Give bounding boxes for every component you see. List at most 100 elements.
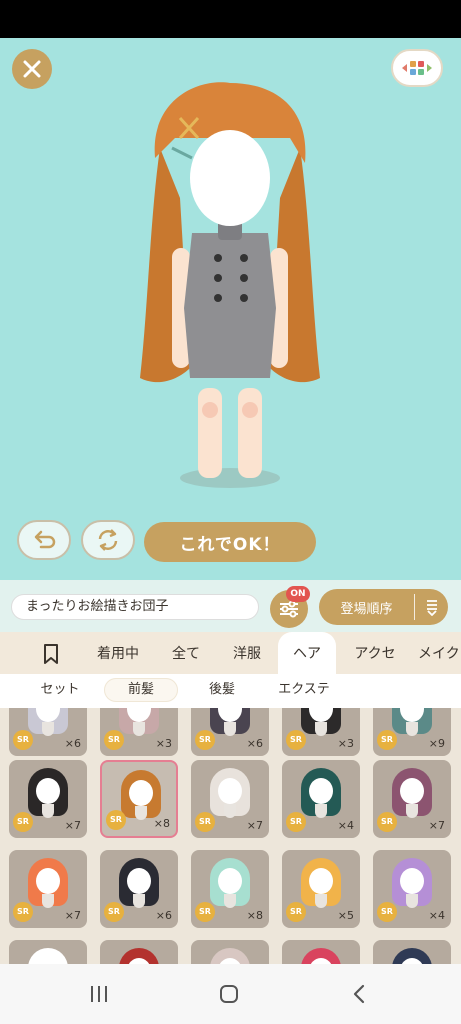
- tab-hair[interactable]: ヘア: [278, 632, 336, 674]
- mannequin-neck: [315, 894, 327, 908]
- rarity-badge: SR: [104, 730, 124, 750]
- mannequin-face: [218, 868, 242, 894]
- item-count: ×3: [337, 737, 354, 750]
- subtab-bangs[interactable]: 前髪: [104, 678, 178, 702]
- sort-divider: [414, 594, 415, 620]
- hair-item[interactable]: [9, 940, 87, 964]
- item-grid: SR ×6 SR ×3 SR ×6 SR ×3 SR ×9 SR ×7 SR ×8 SR ×7 SR ×4 SR ×7…: [0, 708, 461, 964]
- item-count: ×6: [64, 737, 81, 750]
- mannequin-neck: [406, 722, 418, 736]
- hair-item[interactable]: SR ×4: [282, 760, 360, 838]
- mannequin-neck: [315, 722, 327, 736]
- item-count: ×7: [428, 819, 445, 832]
- mannequin-neck: [42, 722, 54, 736]
- item-count: ×4: [337, 819, 354, 832]
- subtab-back-hair[interactable]: 後髪: [186, 678, 258, 702]
- hair-item[interactable]: SR ×8: [100, 760, 178, 838]
- hair-item[interactable]: SR ×3: [282, 708, 360, 756]
- hair-item[interactable]: [373, 940, 451, 964]
- hair-item[interactable]: SR ×5: [282, 850, 360, 928]
- rarity-badge: SR: [13, 812, 33, 832]
- hair-item[interactable]: SR ×7: [373, 760, 451, 838]
- tab-makeup[interactable]: メイク: [418, 632, 461, 674]
- outfit-name-field[interactable]: まったりお絵描きお団子: [11, 594, 259, 620]
- mannequin-neck: [224, 894, 236, 908]
- rarity-badge: SR: [377, 902, 397, 922]
- mannequin-face: [127, 868, 151, 894]
- tab-all[interactable]: 全て: [162, 632, 210, 674]
- mannequin-face: [309, 868, 333, 894]
- bookmark-icon: [44, 644, 58, 664]
- back-icon: [353, 984, 365, 1004]
- close-icon: [23, 60, 41, 78]
- item-count: ×8: [153, 817, 170, 830]
- hair-item[interactable]: SR ×8: [191, 850, 269, 928]
- subtab-extensions[interactable]: エクステ: [266, 678, 342, 702]
- item-count: ×7: [246, 819, 263, 832]
- status-bar: [0, 0, 461, 38]
- sort-icon[interactable]: [415, 598, 448, 616]
- hair-item[interactable]: SR ×7: [9, 760, 87, 838]
- hair-item[interactable]: [191, 940, 269, 964]
- rarity-badge: SR: [13, 730, 33, 750]
- back-button[interactable]: [344, 980, 374, 1008]
- hair-item[interactable]: SR ×3: [100, 708, 178, 756]
- undo-button[interactable]: [17, 520, 71, 560]
- item-count: ×3: [155, 737, 172, 750]
- tab-bookmark[interactable]: [30, 632, 72, 674]
- mannequin-neck: [224, 722, 236, 736]
- mannequin-neck: [406, 804, 418, 818]
- mannequin-face: [36, 778, 60, 804]
- tab-wearing[interactable]: 着用中: [88, 632, 148, 674]
- item-count: ×8: [246, 909, 263, 922]
- confirm-ok-button[interactable]: これでOK！: [144, 522, 316, 562]
- mannequin-neck: [315, 804, 327, 818]
- home-icon: [220, 985, 238, 1003]
- item-count: ×7: [64, 909, 81, 922]
- mannequin-neck: [133, 722, 145, 736]
- mannequin-neck: [135, 806, 147, 820]
- recent-apps-button[interactable]: [84, 980, 114, 1008]
- subtab-set[interactable]: セット: [24, 678, 96, 702]
- rarity-badge: SR: [195, 730, 215, 750]
- hair-item[interactable]: SR ×9: [373, 708, 451, 756]
- mannequin-face: [218, 778, 242, 804]
- layout-button[interactable]: [391, 49, 443, 87]
- tab-accessories[interactable]: アクセ: [346, 632, 404, 674]
- mannequin-neck: [133, 894, 145, 908]
- rarity-badge: SR: [195, 812, 215, 832]
- rarity-badge: SR: [286, 812, 306, 832]
- rarity-badge: SR: [377, 812, 397, 832]
- mannequin-neck: [406, 894, 418, 908]
- avatar-character: [140, 82, 320, 488]
- hair-item[interactable]: SR ×6: [100, 850, 178, 928]
- hair-item[interactable]: SR ×6: [9, 708, 87, 756]
- item-count: ×4: [428, 909, 445, 922]
- hair-item[interactable]: SR ×6: [191, 708, 269, 756]
- rarity-badge: SR: [286, 902, 306, 922]
- home-button[interactable]: [214, 980, 244, 1008]
- hair-item[interactable]: SR ×7: [9, 850, 87, 928]
- mannequin-face: [309, 778, 333, 804]
- recent-apps-icon: [91, 986, 107, 1002]
- randomize-icon: [98, 529, 118, 551]
- randomize-button[interactable]: [81, 520, 135, 560]
- mannequin-neck: [224, 804, 236, 818]
- mannequin-face: [400, 868, 424, 894]
- hair-item[interactable]: [100, 940, 178, 964]
- rarity-badge: SR: [13, 902, 33, 922]
- sort-label: 登場順序: [340, 601, 393, 617]
- mannequin-neck: [42, 894, 54, 908]
- sort-button[interactable]: 登場順序: [319, 589, 448, 625]
- hair-item[interactable]: [282, 940, 360, 964]
- item-count: ×5: [337, 909, 354, 922]
- rarity-badge: SR: [195, 902, 215, 922]
- rarity-badge: SR: [286, 730, 306, 750]
- layout-icon: [402, 61, 432, 75]
- close-button[interactable]: [12, 49, 52, 89]
- rarity-badge: SR: [106, 810, 126, 830]
- rarity-badge: SR: [377, 730, 397, 750]
- hair-item[interactable]: SR ×4: [373, 850, 451, 928]
- tab-clothes[interactable]: 洋服: [222, 632, 272, 674]
- hair-item[interactable]: SR ×7: [191, 760, 269, 838]
